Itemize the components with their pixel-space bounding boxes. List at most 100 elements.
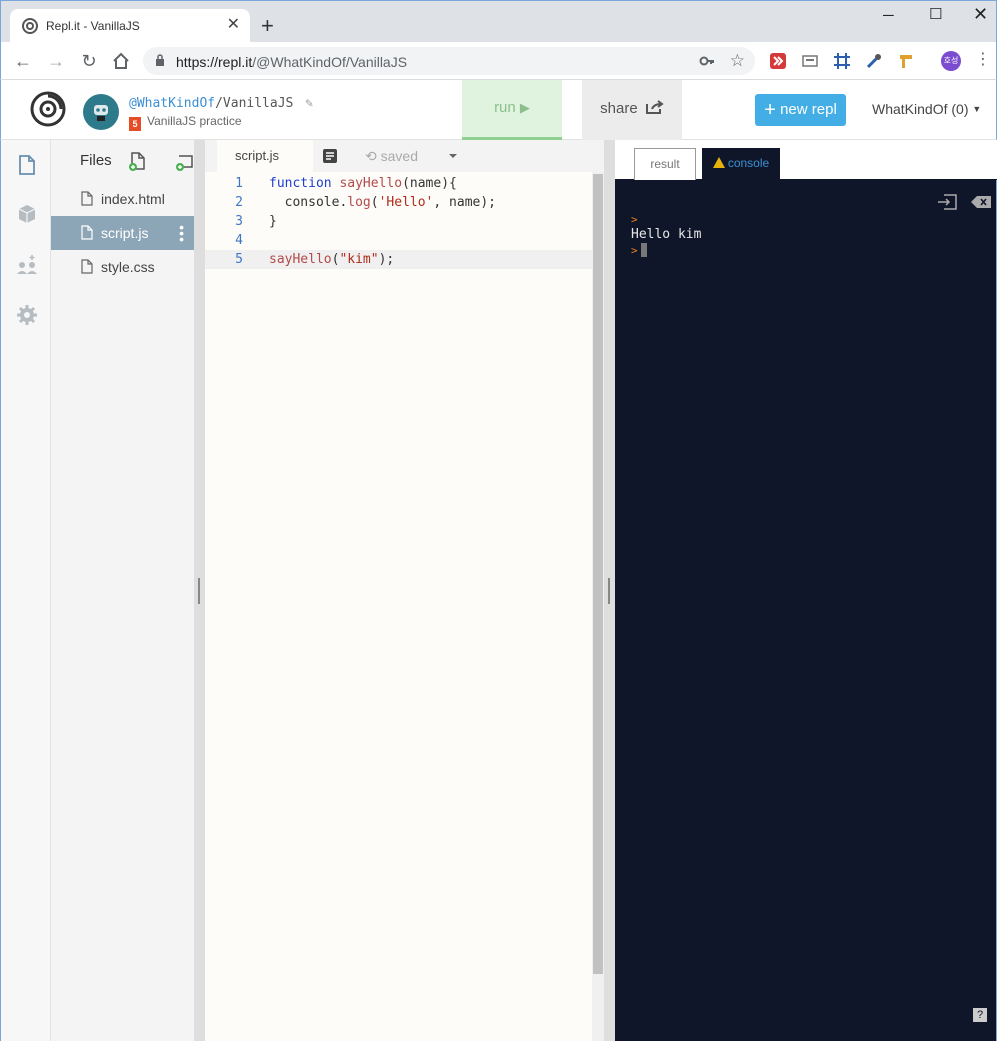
- browser-tab[interactable]: Repl.it - VanillaJS ✕: [10, 9, 250, 43]
- home-icon[interactable]: [111, 51, 131, 71]
- extension-hammer-icon[interactable]: [897, 52, 915, 70]
- run-button-label: run: [494, 99, 516, 116]
- add-folder-icon[interactable]: [175, 152, 194, 172]
- help-button[interactable]: ?: [973, 1008, 987, 1022]
- editor-console-resizer[interactable]: [604, 140, 615, 1041]
- repl-header: @WhatKindOf/VanillaJS ✎ 5 VanillaJS pract…: [0, 80, 997, 140]
- line-text: function sayHello(name){: [269, 174, 457, 193]
- code-token: (: [370, 195, 379, 210]
- file-icon: [81, 259, 93, 274]
- editor-tabbar: script.js ⟲ saved: [205, 140, 604, 172]
- tab-console[interactable]: console: [702, 148, 780, 180]
- url-text: https://repl.it/@WhatKindOf/VanillaJS: [176, 54, 407, 70]
- line-number: 3: [235, 214, 243, 229]
- packages-icon[interactable]: [16, 203, 38, 225]
- profile-avatar[interactable]: 호성: [941, 51, 961, 71]
- code-line[interactable]: 3}: [205, 212, 592, 231]
- new-repl-label: new repl: [780, 101, 837, 118]
- code-token: }: [269, 214, 277, 229]
- url-host: https://repl.it: [176, 54, 253, 70]
- line-number: 5: [235, 252, 243, 267]
- run-button[interactable]: run ▶: [462, 80, 562, 140]
- file-item-style-css[interactable]: style.css: [51, 250, 194, 284]
- files-editor-resizer[interactable]: [194, 140, 205, 1041]
- save-status-label: saved: [380, 148, 418, 164]
- extension-grid-icon[interactable]: [833, 52, 851, 70]
- bookmark-star-icon[interactable]: ☆: [730, 51, 745, 71]
- console-input-icon[interactable]: [937, 194, 957, 210]
- console-cursor: [640, 243, 647, 257]
- user-menu-button[interactable]: WhatKindOf (0) ▼: [872, 101, 981, 117]
- code-token: "kim": [339, 252, 379, 267]
- file-options-icon[interactable]: • • •: [179, 220, 184, 246]
- browser-menu-icon[interactable]: ⋮: [975, 52, 991, 68]
- window-close-icon[interactable]: ✕: [973, 4, 988, 25]
- multiplayer-icon[interactable]: [16, 253, 38, 275]
- scrollbar-thumb[interactable]: [593, 174, 603, 974]
- code-line[interactable]: 2 console.log('Hello', name);: [205, 193, 592, 212]
- line-text: console.log('Hello', name);: [269, 193, 496, 212]
- reload-icon[interactable]: ↻: [79, 51, 99, 71]
- output-tabbar: result console: [615, 140, 997, 180]
- settings-gear-icon[interactable]: [16, 304, 38, 326]
- tab-console-label: console: [727, 156, 770, 170]
- tab-result[interactable]: result: [634, 148, 696, 180]
- line-number: 4: [235, 233, 243, 248]
- console-input-line[interactable]: >: [631, 243, 647, 258]
- replit-logo-icon[interactable]: [29, 90, 67, 128]
- forward-icon[interactable]: →: [46, 51, 66, 71]
- console-prompt: >: [631, 244, 638, 257]
- code-token: sayHello: [339, 176, 403, 191]
- code-token: (name){: [402, 176, 457, 191]
- address-bar[interactable]: https://repl.it/@WhatKindOf/VanillaJS ☆: [143, 47, 755, 75]
- key-icon[interactable]: [699, 53, 715, 69]
- output-pane: result console > Hello kim > ?: [615, 140, 997, 1041]
- code-area[interactable]: 1 function sayHello(name){2 console.log('…: [205, 172, 592, 1041]
- maximize-icon[interactable]: ☐: [929, 5, 942, 23]
- code-line[interactable]: 5 sayHello("kim");: [205, 250, 592, 269]
- repl-owner-link[interactable]: @WhatKindOf: [129, 96, 215, 111]
- user-avatar[interactable]: [83, 94, 119, 130]
- editor-menu-caret-icon[interactable]: [449, 154, 457, 158]
- share-button-label: share: [600, 100, 638, 117]
- new-repl-button[interactable]: + new repl: [755, 94, 846, 126]
- new-tab-icon[interactable]: +: [261, 15, 274, 37]
- file-item-script-js[interactable]: script.js • • •: [51, 216, 194, 250]
- repl-title-separator: /: [215, 96, 223, 111]
- history-icon: ⟲: [365, 148, 377, 164]
- editor-scrollbar[interactable]: [592, 172, 604, 1041]
- edit-pencil-icon[interactable]: ✎: [305, 96, 313, 111]
- files-icon[interactable]: [16, 154, 38, 176]
- resize-grip: [608, 578, 610, 604]
- url-path: /@WhatKindOf/VanillaJS: [252, 54, 408, 70]
- extension-eyedropper-icon[interactable]: [865, 52, 883, 70]
- repl-description-text: VanillaJS practice: [147, 114, 242, 128]
- file-icon: [81, 225, 93, 240]
- resize-grip: [198, 578, 200, 604]
- line-number: 1: [235, 176, 243, 191]
- share-button[interactable]: share: [582, 80, 682, 140]
- files-header: Files: [80, 152, 112, 169]
- clear-console-icon[interactable]: [971, 196, 991, 208]
- html5-icon: 5: [129, 117, 141, 131]
- file-item-index-html[interactable]: index.html: [51, 182, 194, 216]
- browser-tab-title: Repl.it - VanillaJS: [46, 19, 140, 33]
- code-token: );: [378, 252, 395, 267]
- repl-name: VanillaJS: [222, 96, 294, 111]
- save-status: ⟲ saved: [365, 148, 418, 165]
- share-icon: [645, 100, 664, 114]
- lock-icon: [156, 54, 164, 66]
- console-prompt: >: [631, 213, 638, 226]
- back-icon[interactable]: ←: [13, 51, 33, 71]
- code-line[interactable]: 4: [205, 231, 592, 250]
- extension-screen-icon[interactable]: [801, 52, 819, 70]
- minimize-icon[interactable]: ─: [883, 7, 894, 24]
- close-tab-icon[interactable]: ✕: [227, 17, 240, 33]
- code-token: function: [269, 176, 332, 191]
- add-file-icon[interactable]: [129, 152, 147, 172]
- format-code-icon[interactable]: [323, 149, 337, 163]
- code-line[interactable]: 1 function sayHello(name){: [205, 174, 592, 193]
- files-panel: Files index.html script.js • • • style.css: [51, 140, 194, 1041]
- editor-tab-script-js[interactable]: script.js: [217, 140, 313, 172]
- extension-red-icon[interactable]: [769, 52, 787, 70]
